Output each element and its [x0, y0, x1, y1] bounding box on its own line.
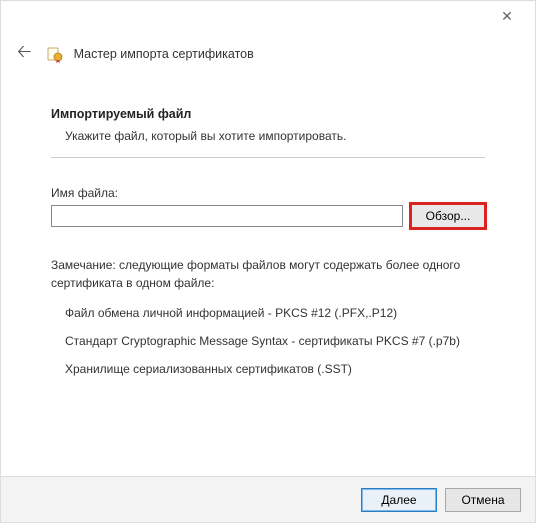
next-button[interactable]: Далее	[361, 488, 437, 512]
certificate-wizard-icon	[46, 45, 64, 63]
file-row: Обзор...	[51, 204, 485, 228]
browse-button[interactable]: Обзор...	[411, 204, 485, 228]
wizard-title: Мастер импорта сертификатов	[74, 47, 254, 61]
format-note: Замечание: следующие форматы файлов могу…	[51, 256, 485, 292]
cancel-button[interactable]: Отмена	[445, 488, 521, 512]
format-item: Стандарт Cryptographic Message Syntax - …	[51, 334, 485, 348]
titlebar: ✕	[1, 1, 535, 31]
wizard-header: 🡠 Мастер импорта сертификатов	[1, 31, 535, 77]
format-item: Хранилище сериализованных сертификатов (…	[51, 362, 485, 376]
wizard-content: Импортируемый файл Укажите файл, который…	[1, 77, 535, 376]
back-arrow-icon[interactable]: 🡠	[13, 37, 36, 71]
divider	[51, 157, 485, 158]
file-field-label: Имя файла:	[51, 186, 485, 200]
file-path-input[interactable]	[51, 205, 403, 227]
section-subtext: Укажите файл, который вы хотите импортир…	[51, 129, 485, 143]
wizard-footer: Далее Отмена	[1, 476, 535, 522]
format-item: Файл обмена личной информацией - PKCS #1…	[51, 306, 485, 320]
close-icon[interactable]: ✕	[487, 2, 527, 30]
section-heading: Импортируемый файл	[51, 107, 485, 121]
